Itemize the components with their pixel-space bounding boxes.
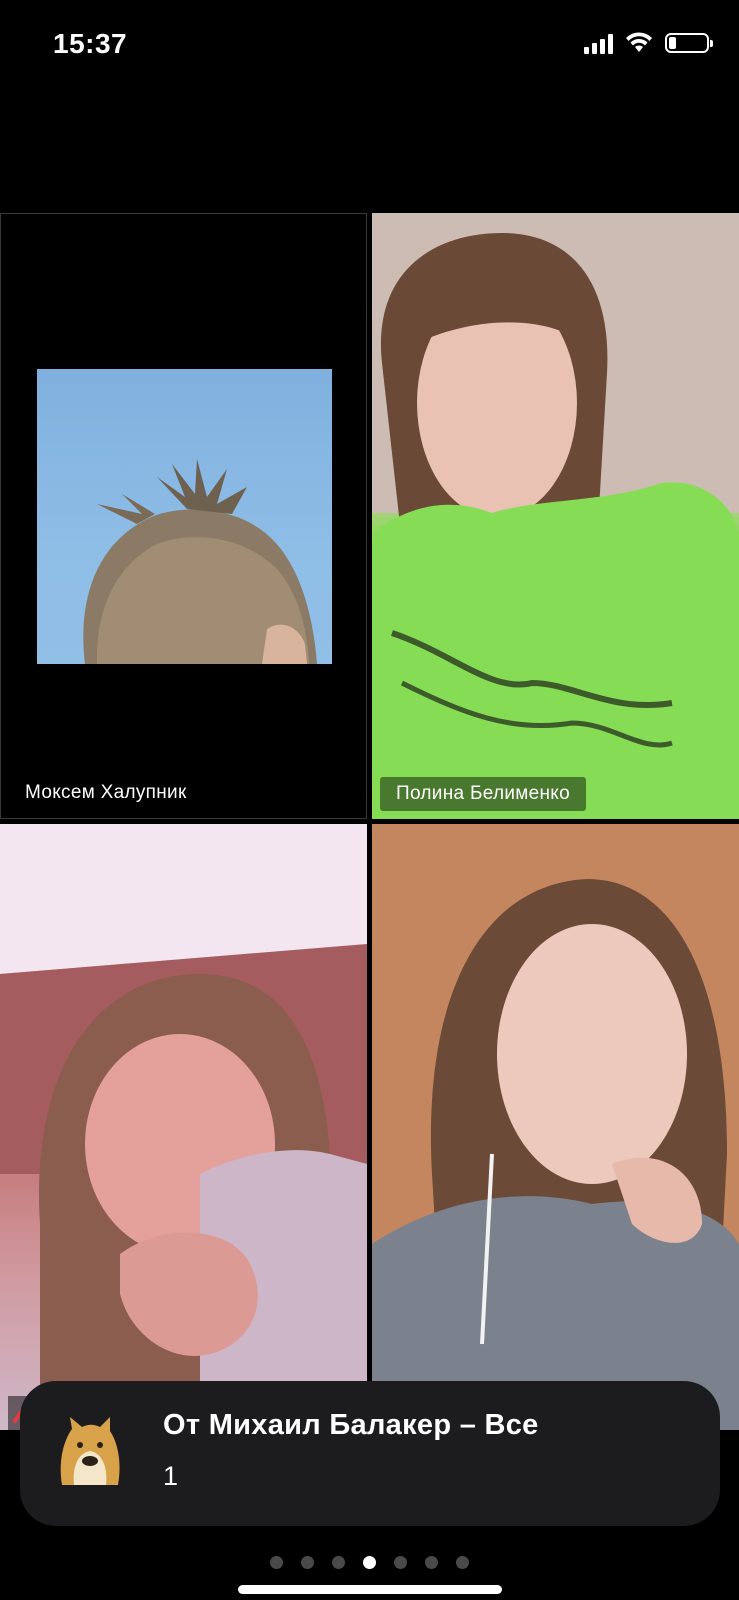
- cellular-signal-icon: [584, 32, 613, 54]
- status-time: 15:37: [53, 28, 128, 59]
- page-dot[interactable]: [456, 1556, 469, 1569]
- participant-video: [372, 824, 739, 1430]
- participant-name-label: Моксем Халупник: [25, 782, 187, 803]
- participant-tile-3[interactable]: [0, 824, 367, 1430]
- notification-title: От Михаил Балакер – Все: [163, 1409, 539, 1441]
- participant-tile-2[interactable]: Полина Белименко: [372, 213, 739, 819]
- page-indicator[interactable]: [0, 1556, 739, 1569]
- page-dot[interactable]: [270, 1556, 283, 1569]
- wifi-icon: [626, 32, 652, 52]
- participant-video: [0, 824, 367, 1430]
- battery-icon: [665, 33, 713, 53]
- page-dot[interactable]: [301, 1556, 314, 1569]
- notification-message: 1: [163, 1461, 179, 1491]
- page-dot[interactable]: [394, 1556, 407, 1569]
- participant-video: [372, 213, 739, 819]
- participant-tile-1[interactable]: Моксем Халупник: [0, 213, 367, 819]
- status-icons: [584, 32, 713, 54]
- participant-avatar-photo: [37, 369, 332, 664]
- page-dot[interactable]: [363, 1556, 376, 1569]
- participant-tile-4[interactable]: [372, 824, 739, 1430]
- chat-notification[interactable]: От Михаил Балакер – Все 1: [20, 1381, 720, 1526]
- home-indicator[interactable]: [238, 1585, 502, 1594]
- doge-avatar-icon: [56, 1415, 124, 1487]
- participant-name-label: Полина Белименко: [380, 777, 586, 811]
- page-dot[interactable]: [332, 1556, 345, 1569]
- page-dot[interactable]: [425, 1556, 438, 1569]
